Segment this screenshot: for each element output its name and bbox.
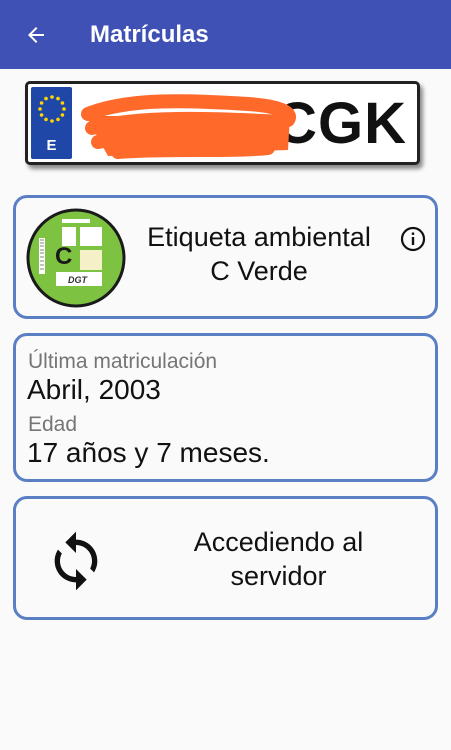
sync-icon <box>54 531 98 591</box>
eu-stars-icon <box>38 95 66 123</box>
environmental-sticker: C DGT <box>26 208 126 308</box>
back-button[interactable] <box>16 15 56 55</box>
info-icon[interactable] <box>398 224 428 254</box>
last-registration-label: Última matriculación <box>28 350 218 373</box>
arrow-back-icon <box>28 27 44 43</box>
redaction-scribble <box>81 94 296 159</box>
environmental-label-value: C Verde <box>210 256 308 286</box>
registration-info-card: Última matriculación Abril, 2003 Edad 17… <box>13 333 438 482</box>
sticker-brand: DGT <box>68 275 89 285</box>
license-plate: E CGK <box>25 81 420 165</box>
server-status-card: Accediendo al servidor <box>13 496 438 620</box>
last-registration-value: Abril, 2003 <box>27 374 161 405</box>
environmental-label-title: Etiqueta ambiental <box>147 222 371 252</box>
server-status-text: Accediendo al servidor <box>156 525 401 593</box>
age-value: 17 años y 7 meses. <box>27 437 270 468</box>
app-bar: Matrículas <box>0 0 451 69</box>
environmental-label-card[interactable]: C DGT Etiqueta ambiental C Verde <box>13 195 438 319</box>
sticker-letter: C <box>55 243 72 270</box>
eu-band: E <box>31 87 72 159</box>
age-label: Edad <box>28 413 78 436</box>
plate-country-code: E <box>46 137 57 154</box>
server-status-line-1: Accediendo al <box>193 527 364 557</box>
server-status-line-2: servidor <box>230 561 327 591</box>
page-title: Matrículas <box>90 21 209 48</box>
